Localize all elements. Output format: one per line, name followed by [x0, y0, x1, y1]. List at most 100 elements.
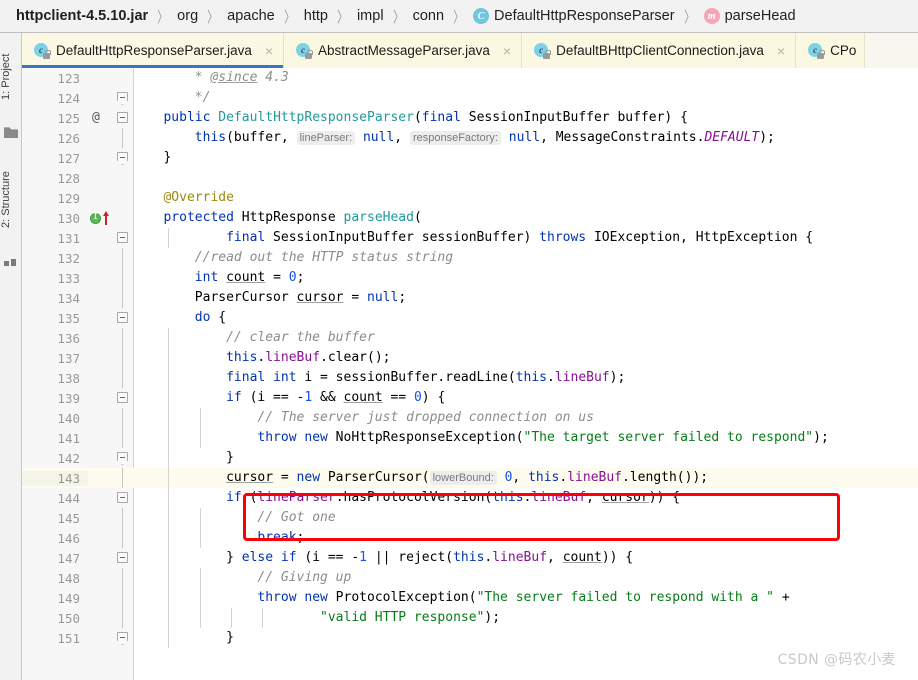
code-line[interactable]: 128 — [22, 168, 918, 188]
breadcrumb-item[interactable]: conn — [413, 8, 444, 24]
close-icon[interactable]: × — [263, 44, 275, 58]
gutter-marker[interactable] — [88, 408, 112, 428]
gutter-marker[interactable] — [88, 608, 112, 628]
close-icon[interactable]: × — [775, 44, 787, 58]
code-folding-control[interactable] — [112, 348, 134, 368]
code-line[interactable]: 129 @Override — [22, 188, 918, 208]
gutter-marker[interactable] — [88, 528, 112, 548]
fold-collapse-icon[interactable] — [117, 232, 128, 243]
gutter-marker[interactable] — [88, 308, 112, 328]
code-folding-control[interactable] — [112, 588, 134, 608]
code-folding-control[interactable] — [112, 628, 134, 648]
code-folding-control[interactable] — [112, 228, 134, 248]
gutter-marker[interactable] — [88, 228, 112, 248]
code-folding-control[interactable] — [112, 108, 134, 128]
code-folding-control[interactable] — [112, 308, 134, 328]
code-folding-control[interactable] — [112, 608, 134, 628]
fold-collapse-icon[interactable] — [117, 392, 128, 403]
code-folding-control[interactable] — [112, 68, 134, 88]
code-folding-control[interactable] — [112, 368, 134, 388]
gutter-marker[interactable] — [88, 468, 112, 488]
gutter-marker[interactable] — [88, 488, 112, 508]
code-line[interactable]: 143 cursor = new ParserCursor(lowerBound… — [22, 468, 918, 488]
breadcrumb-item[interactable]: apache — [227, 8, 275, 24]
code-line[interactable]: 134 ParserCursor cursor = null; — [22, 288, 918, 308]
breadcrumb-item[interactable]: C DefaultHttpResponseParser — [473, 8, 675, 24]
fold-end-icon[interactable] — [117, 452, 128, 465]
code-folding-control[interactable] — [112, 328, 134, 348]
fold-collapse-icon[interactable] — [117, 312, 128, 323]
gutter-marker[interactable] — [88, 428, 112, 448]
code-line[interactable]: 141 throw new NoHttpResponseException("T… — [22, 428, 918, 448]
code-folding-control[interactable] — [112, 468, 134, 488]
code-line[interactable]: 127 } — [22, 148, 918, 168]
code-folding-control[interactable] — [112, 548, 134, 568]
fold-end-icon[interactable] — [117, 152, 128, 165]
code-folding-control[interactable] — [112, 268, 134, 288]
fold-collapse-icon[interactable] — [117, 552, 128, 563]
code-line[interactable]: 130 protected HttpResponse parseHead( — [22, 208, 918, 228]
gutter-marker[interactable] — [88, 388, 112, 408]
code-line[interactable]: 147 } else if (i == -1 || reject(this.li… — [22, 548, 918, 568]
code-line[interactable]: 151 } — [22, 628, 918, 648]
gutter-marker[interactable] — [88, 288, 112, 308]
modules-icon[interactable] — [4, 257, 18, 270]
code-line[interactable]: 133 int count = 0; — [22, 268, 918, 288]
code-line[interactable]: 131 final SessionInputBuffer sessionBuff… — [22, 228, 918, 248]
code-line[interactable]: 124 */ — [22, 88, 918, 108]
code-folding-control[interactable] — [112, 208, 134, 228]
editor-tab[interactable]: c AbstractMessageParser.java × — [284, 33, 523, 68]
code-editor[interactable]: 123 * @since 4.3 124 */125 @ public Defaul… — [22, 68, 918, 680]
code-line[interactable]: 149 throw new ProtocolException("The ser… — [22, 588, 918, 608]
gutter-marker[interactable] — [88, 148, 112, 168]
code-line[interactable]: 145 // Got one — [22, 508, 918, 528]
folder-icon[interactable] — [4, 127, 18, 138]
gutter-marker[interactable] — [88, 348, 112, 368]
override-arrow-icon[interactable] — [102, 211, 109, 225]
code-folding-control[interactable] — [112, 408, 134, 428]
code-line[interactable]: 137 this.lineBuf.clear(); — [22, 348, 918, 368]
gutter-marker[interactable] — [88, 568, 112, 588]
gutter-marker[interactable] — [88, 448, 112, 468]
code-folding-control[interactable] — [112, 568, 134, 588]
editor-tab[interactable]: c DefaultHttpResponseParser.java × — [22, 33, 285, 68]
code-folding-control[interactable] — [112, 128, 134, 148]
code-line[interactable]: 148 // Giving up — [22, 568, 918, 588]
code-folding-control[interactable] — [112, 508, 134, 528]
gutter-marker[interactable] — [88, 508, 112, 528]
gutter-marker[interactable] — [88, 268, 112, 288]
gutter-marker[interactable] — [88, 88, 112, 108]
code-folding-control[interactable] — [112, 248, 134, 268]
sidebar-item-project[interactable]: 1: Project — [0, 37, 22, 117]
gutter-marker[interactable] — [88, 168, 112, 188]
code-folding-control[interactable] — [112, 88, 134, 108]
code-line[interactable]: 125 @ public DefaultHttpResponseParser(fi… — [22, 108, 918, 128]
fold-collapse-icon[interactable] — [117, 112, 128, 123]
breadcrumb-item[interactable]: http — [304, 8, 328, 24]
code-line[interactable]: 135 do { — [22, 308, 918, 328]
code-folding-control[interactable] — [112, 428, 134, 448]
gutter-marker[interactable] — [88, 188, 112, 208]
gutter-marker[interactable] — [88, 68, 112, 88]
gutter-marker[interactable] — [88, 628, 112, 648]
breadcrumb-item[interactable]: m parseHead — [703, 8, 796, 24]
breadcrumb-item[interactable]: httpclient-4.5.10.jar — [16, 8, 148, 24]
gutter-marker[interactable]: @ — [88, 108, 112, 128]
code-line[interactable]: 140 // The server just dropped connectio… — [22, 408, 918, 428]
code-folding-control[interactable] — [112, 288, 134, 308]
sidebar-item-structure[interactable]: 2: Structure — [0, 151, 22, 249]
code-folding-control[interactable] — [112, 148, 134, 168]
code-line[interactable]: 150 "valid HTTP response"); — [22, 608, 918, 628]
code-line[interactable]: 126 this(buffer, lineParser: null, respo… — [22, 128, 918, 148]
gutter-marker[interactable] — [88, 368, 112, 388]
code-line[interactable]: 139 if (i == -1 && count == 0) { — [22, 388, 918, 408]
breadcrumb-item[interactable]: impl — [357, 8, 384, 24]
implementing-method-icon[interactable] — [90, 212, 101, 224]
gutter-marker[interactable] — [88, 548, 112, 568]
breadcrumb-item[interactable]: org — [177, 8, 198, 24]
code-line[interactable]: 132 //read out the HTTP status string — [22, 248, 918, 268]
gutter-marker[interactable] — [88, 248, 112, 268]
fold-end-icon[interactable] — [117, 92, 128, 105]
fold-end-icon[interactable] — [117, 632, 128, 645]
code-line[interactable]: 123 * @since 4.3 — [22, 68, 918, 88]
